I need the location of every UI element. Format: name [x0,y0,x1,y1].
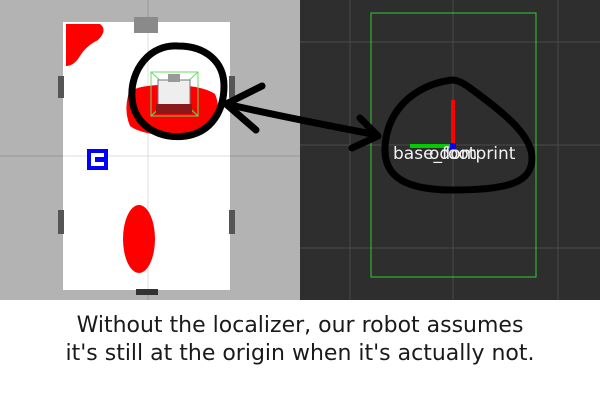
robot-base [156,104,192,114]
wall-stub-left-upper [58,76,64,98]
marker [87,149,108,170]
robot-sensor [168,74,180,82]
wall-stub-top [134,17,158,33]
simulator-view [0,0,300,300]
caption: Without the localizer, our robot assumes… [0,300,600,400]
robot-body [157,79,191,109]
obstacle-bottom [123,205,155,273]
frame-label: base_footprint odom [393,144,515,164]
wall-stub-left-lower [58,210,64,234]
wall-stub-bottom [136,289,158,295]
marker-notch [95,157,104,162]
frame-label-odom: odom [429,144,478,164]
wall-stub-right-lower [229,210,235,234]
caption-line-2: it's still at the origin when it's actua… [65,341,535,366]
wall-stub-right-upper [229,76,235,98]
caption-line-1: Without the localizer, our robot assumes [76,313,524,338]
simulator-canvas [0,0,300,300]
